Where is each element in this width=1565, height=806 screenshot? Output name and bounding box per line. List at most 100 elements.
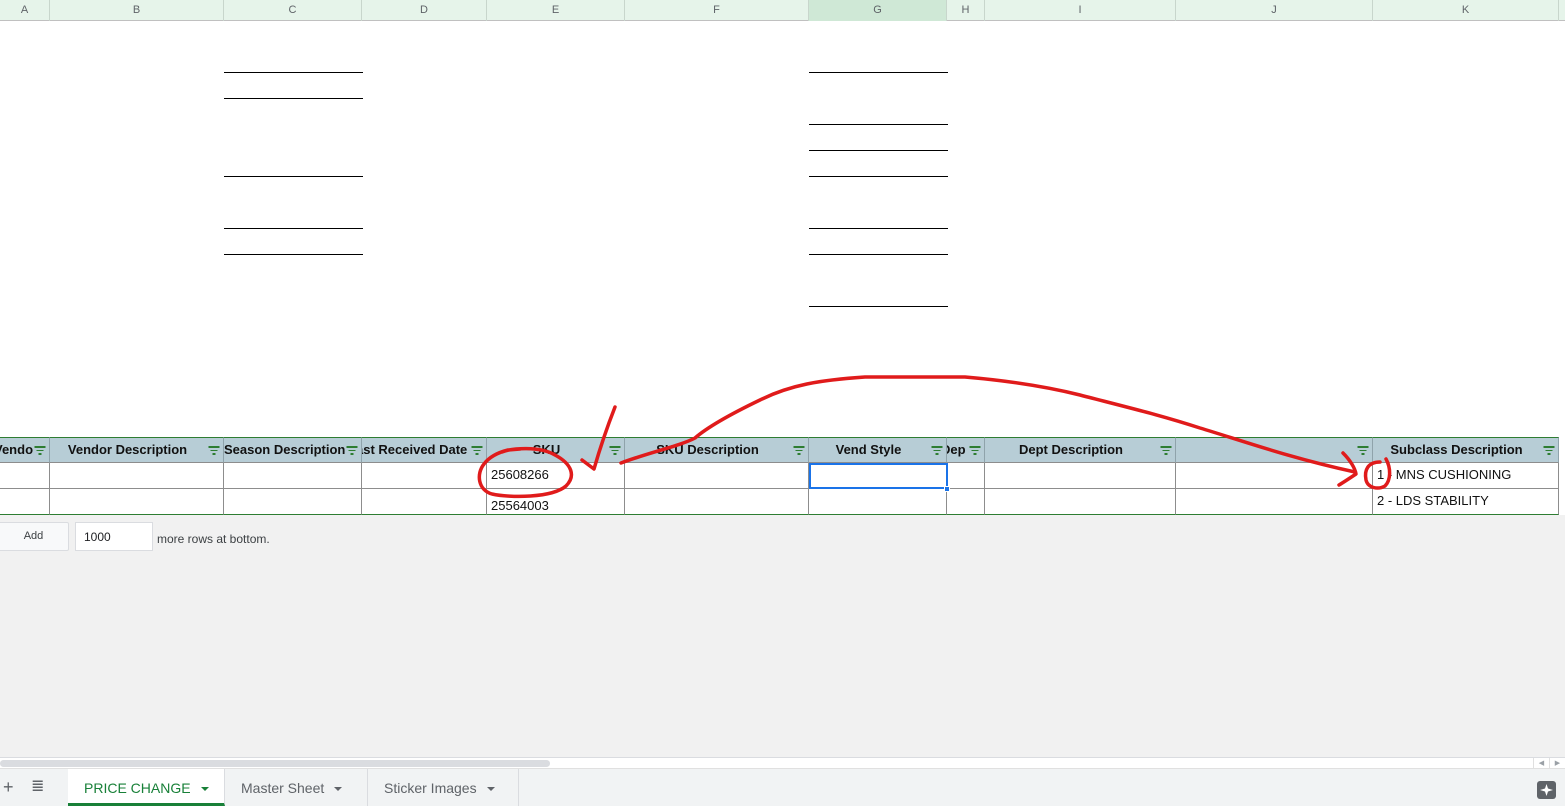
fill-handle[interactable] [944,486,950,492]
tab-label: PRICE CHANGE [84,780,191,796]
filter-icon[interactable] [1357,445,1369,455]
table-cell[interactable] [50,489,224,515]
table-cell[interactable] [224,463,362,489]
header-label: Subclass Description [1390,442,1523,457]
add-sheet-icon[interactable]: + [3,777,14,797]
table-cell[interactable] [1176,463,1373,489]
table-cell[interactable] [809,463,947,489]
rows-count-input[interactable] [75,522,153,551]
table-header-vend-style[interactable]: Vend Style [809,437,947,463]
scroll-left-icon[interactable]: ◀ [1533,758,1549,769]
filter-icon[interactable] [346,445,358,455]
table-cell[interactable] [1176,489,1373,515]
column-header-e[interactable]: E [487,0,625,21]
filter-icon[interactable] [471,445,483,455]
column-header-a[interactable]: A [0,0,50,21]
column-header-d[interactable]: D [362,0,487,21]
sheet-tab-bar: + ≣ PRICE CHANGE Master Sheet Sticker Im… [0,769,1565,806]
table-cell[interactable] [985,489,1176,515]
table-header-sku-description[interactable]: SKU Description [625,437,809,463]
underline-rule [809,254,948,255]
more-rows-label: more rows at bottom. [157,532,270,546]
table-header-vendor[interactable]: Vendo [0,437,50,463]
tab-sticker-images[interactable]: Sticker Images [368,769,519,806]
table-cell[interactable] [809,489,947,515]
table-header-sku[interactable]: SKU [487,437,625,463]
table-cell[interactable] [947,489,985,515]
table-header-dept-description[interactable]: Dept Description [985,437,1176,463]
table-header-blank[interactable] [1176,437,1373,463]
underline-rule [224,176,363,177]
table-header-vendor-description[interactable]: Vendor Description [50,437,224,463]
all-sheets-menu-icon[interactable]: ≣ [31,777,44,797]
header-label: Dept Description [1018,442,1123,457]
tab-price-change[interactable]: PRICE CHANGE [68,769,225,806]
header-label: Dep [947,442,966,457]
sku-cell[interactable]: 25608266 [487,463,625,489]
column-header-g[interactable]: G [809,0,947,21]
column-header-bar: A B C D E F G H I J K [0,0,1565,21]
table-header-dept[interactable]: Dep [947,437,985,463]
table-cell[interactable] [985,463,1176,489]
header-label: SKU Description [656,442,759,457]
filter-icon[interactable] [1543,445,1555,455]
column-header-i[interactable]: I [985,0,1176,21]
chevron-down-icon[interactable] [200,787,209,792]
underline-rule [809,150,948,151]
filter-icon[interactable] [34,445,46,455]
add-rows-button[interactable]: Add [0,522,69,551]
subclass-cell[interactable]: 1 - MNS CUSHIONING [1373,463,1559,489]
table-cell[interactable] [625,489,809,515]
scroll-right-icon[interactable]: ▶ [1549,758,1565,769]
header-label: ast Received Date [362,442,468,457]
column-header-c[interactable]: C [224,0,362,21]
filter-icon[interactable] [609,445,621,455]
header-label: SKU [532,442,561,457]
spreadsheet-app: A B C D E F G H I J K Vendo Vendor Descr [0,0,1565,806]
chevron-down-icon[interactable] [486,787,495,792]
filter-icon[interactable] [969,445,981,455]
tab-label: Sticker Images [384,780,477,796]
table-header-last-received-date[interactable]: ast Received Date [362,437,487,463]
filter-icon[interactable] [1160,445,1172,455]
header-label: Vendor Description [67,442,188,457]
column-header-j[interactable]: J [1176,0,1373,21]
sku-cell[interactable]: 25564003 [487,489,625,515]
column-header-k[interactable]: K [1373,0,1559,21]
add-rows-area: Add more rows at bottom. [0,515,1565,757]
table-header-season-description[interactable]: Season Description [224,437,362,463]
chevron-down-icon[interactable] [334,787,343,792]
underline-rule [809,228,948,229]
filter-icon[interactable] [208,445,220,455]
underline-rule [224,228,363,229]
filter-icon[interactable] [931,445,943,455]
sheet-grid[interactable]: Vendo Vendor Description Season Descript… [0,21,1565,515]
table-header-subclass-description[interactable]: Subclass Description [1373,437,1559,463]
scrollbar-thumb[interactable] [0,760,550,767]
column-header-f[interactable]: F [625,0,809,21]
filter-icon[interactable] [793,445,805,455]
table-cell[interactable] [362,463,487,489]
table-cell[interactable] [947,463,985,489]
column-header-h[interactable]: H [947,0,985,21]
table-cell[interactable] [625,463,809,489]
underline-rule [224,72,363,73]
underline-rule [224,254,363,255]
table-cell[interactable] [50,463,224,489]
horizontal-scrollbar[interactable]: ◀ ▶ [0,757,1565,769]
table-cell[interactable] [0,463,50,489]
header-label: Season Description [224,442,346,457]
underline-rule [224,98,363,99]
table-cell[interactable] [0,489,50,515]
underline-rule [809,306,948,307]
sparkle-icon [1540,784,1553,796]
table-cell[interactable] [224,489,362,515]
underline-rule [809,124,948,125]
tab-master-sheet[interactable]: Master Sheet [225,769,368,806]
tab-label: Master Sheet [241,780,325,796]
explore-sparkle-button[interactable] [1537,781,1556,799]
table-cell[interactable] [362,489,487,515]
column-header-b[interactable]: B [50,0,224,21]
underline-rule [809,72,948,73]
subclass-cell[interactable]: 2 - LDS STABILITY [1373,489,1559,515]
